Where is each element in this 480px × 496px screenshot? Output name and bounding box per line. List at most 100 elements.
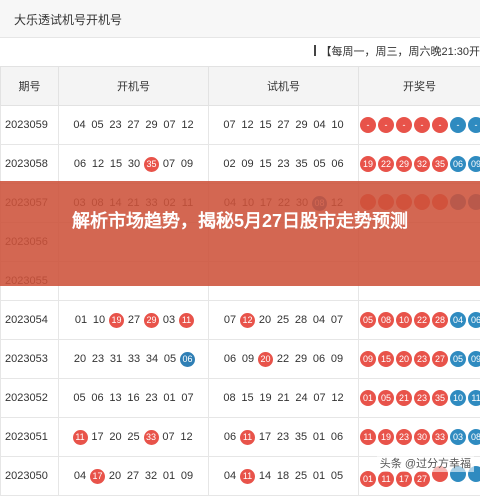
open-number: 25 [126,431,142,443]
trial-number: 12 [330,392,346,404]
open-number: 06 [180,352,195,367]
open-number: 05 [162,353,178,365]
column-header-trial: 试机号 [209,67,359,106]
open-number: 07 [180,392,196,404]
trial-numbers-cell: 02091523350506 [209,145,359,184]
table-row[interactable]: 2023058061215303507090209152335050619222… [1,145,480,184]
draw-schedule: 【每周一，周三，周六晚21:30开 [314,43,480,59]
open-number: 09 [179,158,195,170]
blue-ball: 04 [450,312,466,328]
issue-cell: 2023058 [1,145,59,184]
trial-number: 28 [293,314,309,326]
red-ball: 01 [360,471,376,487]
red-ball: 15 [378,351,394,367]
open-number: 06 [72,158,88,170]
trial-number: 04 [312,119,328,131]
trial-number: 29 [293,353,309,365]
red-ball: 08 [378,312,394,328]
schedule-text: 【每周一，周三，周六晚21:30开 [320,46,480,58]
blue-ball: 05 [450,351,466,367]
open-number: 35 [144,157,159,172]
open-number: 12 [180,119,196,131]
issue-cell: 2023053 [1,340,59,379]
trial-number: 35 [293,431,309,443]
open-number: 30 [126,158,142,170]
trial-number: 06 [330,158,346,170]
trial-number: 21 [276,392,292,404]
trial-number: 20 [258,352,273,367]
blue-ball: 10 [450,390,466,406]
open-number: 01 [162,392,178,404]
open-number: 33 [126,353,142,365]
blue-ball: 06 [468,312,480,328]
trial-number: 22 [275,353,291,365]
open-number: 23 [90,353,106,365]
table-body: 20230590405232729071207121527290410-----… [1,106,480,496]
red-ball: 20 [396,351,412,367]
open-number: 07 [161,431,177,443]
open-number: 20 [108,431,124,443]
red-ball: 05 [378,390,394,406]
open-number: 12 [179,431,195,443]
open-numbers-cell: 01101927290311 [59,301,209,340]
trial-number: 10 [330,119,346,131]
red-ball: 27 [414,471,430,487]
open-numbers-cell: 04052327290712 [59,106,209,145]
trial-number: 24 [294,392,310,404]
issue-cell: 2023052 [1,379,59,418]
open-number: 04 [72,119,88,131]
watermark: 头条 @过分方幸福 [377,454,474,472]
open-number: 11 [179,313,194,328]
open-number: 12 [90,158,106,170]
trial-number: 23 [276,158,292,170]
trial-number: 15 [240,392,256,404]
trial-number: 12 [240,119,256,131]
trial-number: 23 [275,431,291,443]
issue-cell: 2023051 [1,418,59,457]
draw-numbers-cell: ------- [359,106,480,145]
open-number: 10 [91,314,107,326]
open-number: 06 [90,392,106,404]
open-number: 23 [144,392,160,404]
table-row[interactable]: 2023052050613162301070815192124071201052… [1,379,480,418]
trial-numbers-cell: 04111418250105 [209,457,359,496]
trial-number: 09 [240,353,256,365]
open-number: 17 [90,431,106,443]
red-ball: 23 [414,390,430,406]
trial-number: 04 [311,314,327,326]
table-row[interactable]: 2023051111720253307120611172335010611192… [1,418,480,457]
red-ball: 28 [432,312,448,328]
trial-number: 08 [222,392,238,404]
red-ball: 22 [414,312,430,328]
trial-numbers-cell: 08151921240712 [209,379,359,418]
draw-numbers-cell: 09152023270509 [359,340,480,379]
issue-cell: 2023050 [1,457,59,496]
blue-ball: 11 [468,390,480,406]
red-ball: - [414,117,430,133]
open-numbers-cell: 11172025330712 [59,418,209,457]
issue-cell: 2023054 [1,301,59,340]
trial-numbers-cell: 07121527290410 [209,106,359,145]
headline-text: 解析市场趋势，揭秘5月27日股市走势预测 [0,209,480,234]
trial-number: 12 [240,313,255,328]
red-ball: 33 [432,429,448,445]
trial-number: 07 [329,314,345,326]
table-row[interactable]: 2023053202331333405060609202229060909152… [1,340,480,379]
draw-numbers-cell: 05081022280406 [359,301,480,340]
blue-ball: 06 [450,156,466,172]
red-ball: 21 [396,390,412,406]
open-numbers-cell: 06121530350709 [59,145,209,184]
red-ball: - [360,117,376,133]
blue-ball: 08 [468,429,480,445]
blue-ball: - [468,117,480,133]
table-row[interactable]: 2023054011019272903110712202528040705081… [1,301,480,340]
trial-number: 07 [312,392,328,404]
table-row[interactable]: 20230590405232729071207121527290410-----… [1,106,480,145]
trial-number: 06 [222,431,238,443]
column-header-open: 开机号 [59,67,209,106]
open-number: 27 [126,119,142,131]
open-number: 11 [73,430,88,445]
top-bar: 大乐透试机号开机号 [0,0,480,38]
red-ball: 27 [432,351,448,367]
open-number: 29 [144,313,159,328]
